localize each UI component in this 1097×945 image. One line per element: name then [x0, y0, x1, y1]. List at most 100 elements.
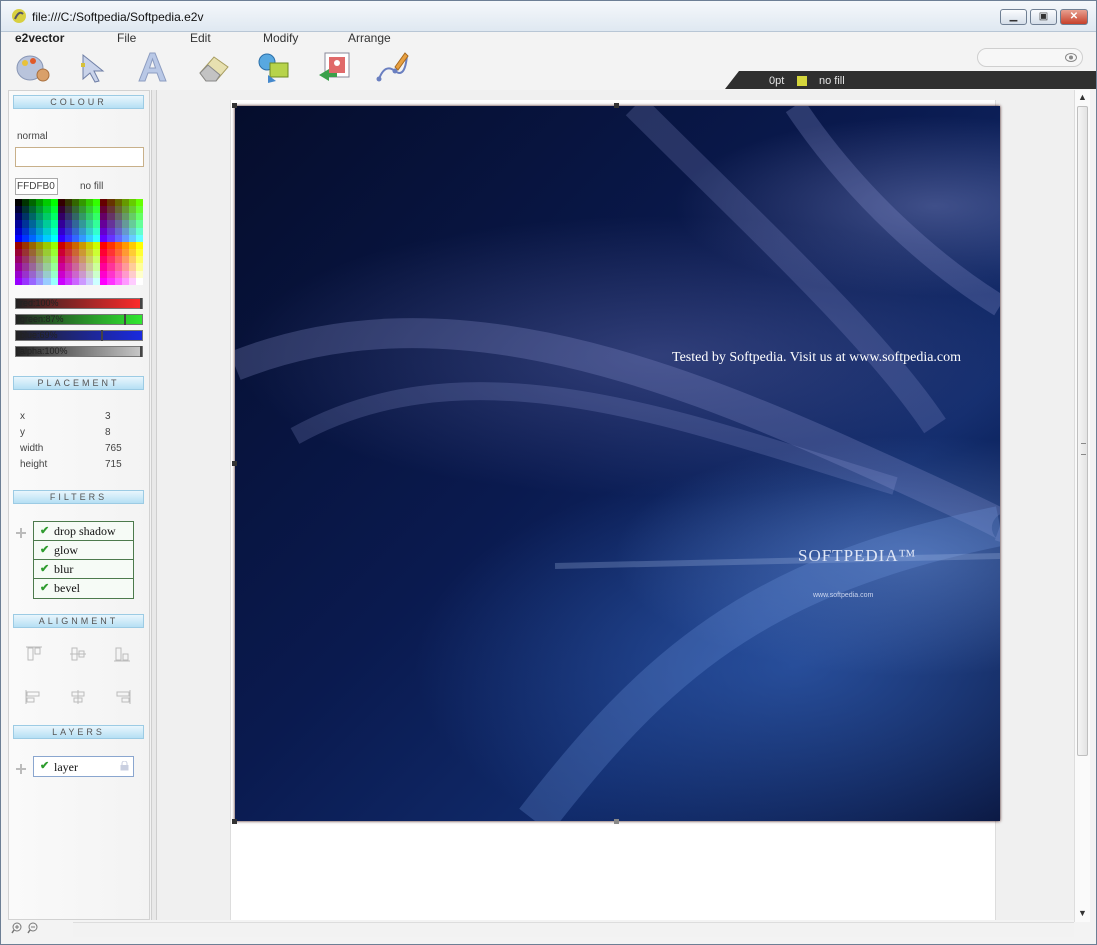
- filters-section-header[interactable]: FILTERS: [13, 490, 144, 504]
- palette-swatch[interactable]: [71, 263, 79, 271]
- palette-swatch[interactable]: [64, 199, 72, 207]
- palette-swatch[interactable]: [64, 206, 72, 214]
- image-tool-icon[interactable]: [317, 49, 353, 85]
- palette-swatch[interactable]: [64, 263, 72, 271]
- palette-swatch[interactable]: [107, 227, 115, 235]
- palette-swatch[interactable]: [128, 234, 136, 242]
- palette-swatch[interactable]: [135, 213, 143, 221]
- palette-swatch[interactable]: [36, 270, 44, 278]
- palette-swatch[interactable]: [22, 213, 30, 221]
- align-middle-icon[interactable]: [69, 646, 87, 662]
- palette-swatch[interactable]: [93, 241, 101, 250]
- align-center-icon[interactable]: [69, 689, 87, 705]
- palette-swatch[interactable]: [107, 277, 115, 285]
- palette-swatch[interactable]: [135, 256, 143, 264]
- palette-tool-icon[interactable]: [15, 49, 51, 85]
- pen-tool-icon[interactable]: [375, 49, 411, 85]
- palette-swatch[interactable]: [121, 270, 129, 278]
- palette-swatch[interactable]: [57, 227, 65, 235]
- palette-swatch[interactable]: [64, 256, 72, 264]
- palette-swatch[interactable]: [43, 241, 51, 250]
- palette-swatch[interactable]: [121, 241, 129, 250]
- check-icon[interactable]: ✔: [40, 581, 49, 594]
- palette-swatch[interactable]: [15, 249, 23, 257]
- palette-swatch[interactable]: [29, 270, 37, 278]
- palette-swatch[interactable]: [57, 270, 65, 278]
- palette-swatch[interactable]: [29, 263, 37, 271]
- palette-swatch[interactable]: [57, 249, 65, 257]
- resize-handle-bottom[interactable]: [614, 819, 619, 824]
- palette-swatch[interactable]: [86, 256, 94, 264]
- palette-swatch[interactable]: [114, 213, 122, 221]
- align-top-icon[interactable]: [25, 646, 43, 662]
- palette-swatch[interactable]: [86, 249, 94, 257]
- palette-swatch[interactable]: [15, 263, 23, 271]
- zoom-in-icon[interactable]: [11, 922, 23, 934]
- palette-swatch[interactable]: [121, 277, 129, 285]
- palette-swatch[interactable]: [15, 270, 23, 278]
- palette-swatch[interactable]: [15, 241, 23, 250]
- palette-swatch[interactable]: [107, 220, 115, 228]
- palette-swatch[interactable]: [29, 227, 37, 235]
- search-input[interactable]: [977, 48, 1083, 67]
- palette-swatch[interactable]: [114, 234, 122, 242]
- palette-swatch[interactable]: [135, 249, 143, 257]
- palette-swatch[interactable]: [114, 256, 122, 264]
- palette-swatch[interactable]: [107, 256, 115, 264]
- palette-swatch[interactable]: [36, 199, 44, 207]
- palette-swatch[interactable]: [43, 249, 51, 257]
- close-button[interactable]: ✕: [1060, 9, 1088, 25]
- layer-item[interactable]: ✔ layer: [33, 756, 134, 777]
- palette-swatch[interactable]: [22, 241, 30, 250]
- palette-swatch[interactable]: [22, 234, 30, 242]
- palette-swatch[interactable]: [86, 270, 94, 278]
- palette-swatch[interactable]: [43, 220, 51, 228]
- palette-swatch[interactable]: [50, 256, 58, 264]
- palette-swatch[interactable]: [79, 241, 87, 250]
- palette-swatch[interactable]: [79, 227, 87, 235]
- palette-swatch[interactable]: [36, 213, 44, 221]
- palette-swatch[interactable]: [128, 220, 136, 228]
- palette-swatch[interactable]: [107, 234, 115, 242]
- palette-swatch[interactable]: [128, 263, 136, 271]
- green-slider-knob[interactable]: [123, 314, 126, 325]
- palette-swatch[interactable]: [29, 241, 37, 250]
- palette-swatch[interactable]: [50, 270, 58, 278]
- palette-swatch[interactable]: [93, 234, 101, 242]
- palette-swatch[interactable]: [86, 213, 94, 221]
- palette-swatch[interactable]: [22, 277, 30, 285]
- scroll-thumb[interactable]: [1077, 106, 1088, 756]
- palette-swatch[interactable]: [64, 270, 72, 278]
- palette-swatch[interactable]: [93, 263, 101, 271]
- palette-swatch[interactable]: [64, 213, 72, 221]
- alpha-slider[interactable]: alpha:100%: [15, 346, 143, 357]
- palette-swatch[interactable]: [29, 199, 37, 207]
- palette-swatch[interactable]: [114, 270, 122, 278]
- filter-item-drop-shadow[interactable]: ✔ drop shadow: [34, 522, 133, 541]
- palette-swatch[interactable]: [93, 206, 101, 214]
- palette-swatch[interactable]: [114, 263, 122, 271]
- palette-swatch[interactable]: [86, 220, 94, 228]
- zoom-out-icon[interactable]: [27, 922, 39, 934]
- menu-arrange[interactable]: Arrange: [348, 31, 391, 45]
- palette-swatch[interactable]: [121, 227, 129, 235]
- palette-swatch[interactable]: [128, 227, 136, 235]
- palette-swatch[interactable]: [121, 199, 129, 207]
- palette-swatch[interactable]: [43, 234, 51, 242]
- palette-swatch[interactable]: [107, 199, 115, 207]
- palette-swatch[interactable]: [121, 256, 129, 264]
- palette-swatch[interactable]: [107, 270, 115, 278]
- palette-swatch[interactable]: [107, 206, 115, 214]
- no-fill-label[interactable]: no fill: [80, 181, 103, 192]
- palette-swatch[interactable]: [100, 277, 108, 285]
- palette-swatch[interactable]: [79, 213, 87, 221]
- palette-swatch[interactable]: [128, 256, 136, 264]
- palette-swatch[interactable]: [100, 227, 108, 235]
- palette-swatch[interactable]: [15, 234, 23, 242]
- palette-swatch[interactable]: [57, 206, 65, 214]
- menu-modify[interactable]: Modify: [263, 31, 298, 45]
- palette-swatch[interactable]: [107, 241, 115, 250]
- palette-swatch[interactable]: [79, 270, 87, 278]
- x-value[interactable]: 3: [105, 411, 111, 422]
- palette-swatch[interactable]: [86, 277, 94, 285]
